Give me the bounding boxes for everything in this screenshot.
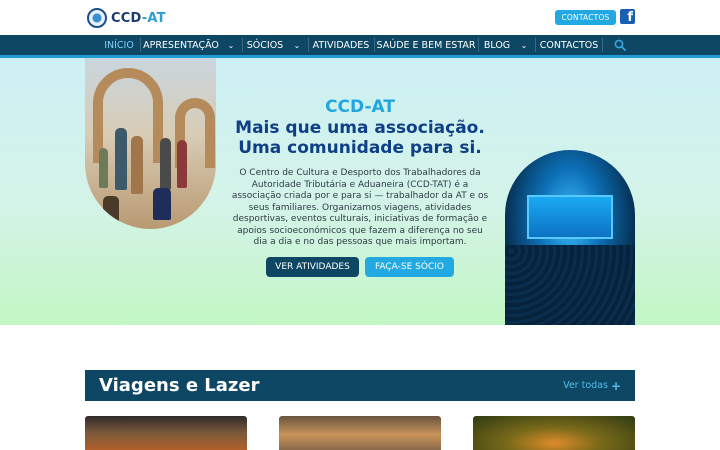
site-logo[interactable]: CCD-AT	[87, 7, 166, 29]
person-shape	[115, 128, 127, 190]
stage-shape	[527, 195, 613, 239]
facebook-icon[interactable]: f	[620, 9, 635, 24]
hero-subtitle: Mais que uma associação. Uma comunidade …	[235, 118, 485, 158]
hero-photo-travel	[85, 58, 216, 229]
audience-shape	[505, 245, 635, 325]
nav-divider	[140, 38, 141, 52]
section-header-travel: Viagens e Lazer Ver todas +	[85, 370, 635, 401]
suitcase-shape	[103, 196, 119, 222]
hero-photo-theatre	[505, 150, 635, 325]
see-all-link[interactable]: Ver todas +	[563, 370, 621, 401]
hero-title: CCD-AT	[325, 97, 395, 117]
plus-icon: +	[610, 378, 621, 393]
search-icon[interactable]	[614, 39, 626, 51]
top-bar: CCD-AT CONTACTOS f	[0, 0, 720, 35]
person-shape	[131, 136, 143, 194]
become-member-button[interactable]: FAÇA-SE SÓCIO	[365, 257, 454, 277]
nav-divider	[478, 38, 479, 52]
section-title: Viagens e Lazer	[99, 375, 260, 396]
person-shape	[99, 148, 108, 188]
person-shape	[177, 140, 187, 188]
logo-text: CCD-AT	[111, 10, 166, 26]
nav-item-inicio[interactable]: INÍCIO	[100, 35, 138, 55]
travel-card-image[interactable]	[473, 416, 635, 450]
nav-item-apresentacao[interactable]: APRESENTAÇÃO	[143, 35, 219, 55]
chevron-down-icon[interactable]: ⌄	[292, 39, 302, 51]
nav-item-socios[interactable]: SÓCIOS	[245, 35, 285, 55]
travel-card-image[interactable]	[279, 416, 441, 450]
nav-item-blog[interactable]: BLOG	[481, 35, 513, 55]
see-activities-button[interactable]: VER ATIVIDADES	[266, 257, 359, 277]
main-nav: INÍCIO APRESENTAÇÃO ⌄ SÓCIOS ⌄ ATIVIDADE…	[0, 35, 720, 58]
person-shape	[160, 138, 171, 190]
nav-divider	[602, 38, 603, 52]
nav-item-contactos[interactable]: CONTACTOS	[538, 35, 600, 55]
nav-divider	[535, 38, 536, 52]
logo-emblem-icon	[87, 8, 107, 28]
nav-item-saude[interactable]: SAÚDE E BEM ESTAR	[377, 35, 476, 55]
contacts-button[interactable]: CONTACTOS	[555, 10, 616, 25]
nav-item-atividades[interactable]: ATIVIDADES	[311, 35, 371, 55]
suitcase-shape	[153, 188, 171, 220]
nav-divider	[242, 38, 243, 52]
chevron-down-icon[interactable]: ⌄	[519, 39, 529, 51]
nav-divider	[308, 38, 309, 52]
see-all-label: Ver todas	[563, 380, 608, 391]
hero-section: CCD-AT Mais que uma associação. Uma comu…	[0, 58, 720, 325]
hero-description: O Centro de Cultura e Desporto dos Traba…	[231, 168, 489, 247]
nav-divider	[374, 38, 375, 52]
travel-card-image[interactable]	[85, 416, 247, 450]
chevron-down-icon[interactable]: ⌄	[226, 39, 236, 51]
